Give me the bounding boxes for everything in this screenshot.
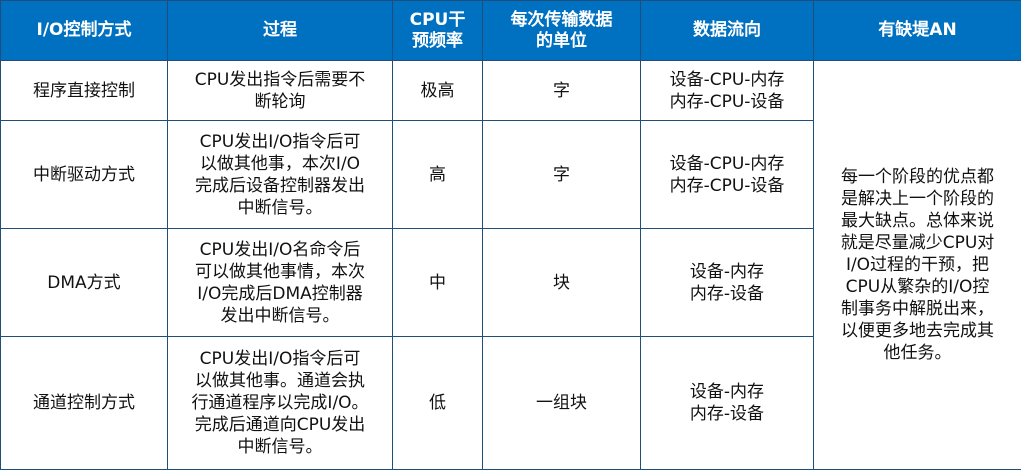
unit-cell: 字 — [482, 120, 641, 229]
frequency-cell: 低 — [392, 336, 483, 470]
advantages-cell: 每一个阶段的优点都 是解决上一个阶段的 最大缺点。总体来说 就是尽量减少CPU对… — [813, 60, 1021, 470]
header-transfer-unit: 每次传输数据 的单位 — [482, 0, 641, 61]
unit-cell: 块 — [482, 227, 641, 338]
header-row: I/O控制方式 过程 CPU干 预频率 每次传输数据 的单位 数据流向 有缺堤A… — [0, 0, 1021, 61]
io-control-comparison-table: I/O控制方式 过程 CPU干 预频率 每次传输数据 的单位 数据流向 有缺堤A… — [0, 0, 1021, 470]
process-cell: CPU发出指令后需要不 断轮询 — [167, 59, 393, 122]
header-cpu-intervention-frequency: CPU干 预频率 — [392, 0, 483, 61]
process-cell: CPU发出I/O指令后可 以做其他事，本次I/O 完成后设备控制器发出 中断信号… — [167, 120, 393, 229]
header-pros-cons: 有缺堤AN — [813, 0, 1021, 61]
header-data-flow: 数据流向 — [640, 0, 814, 61]
header-io-control-method: I/O控制方式 — [0, 0, 168, 61]
method-cell: 程序直接控制 — [0, 59, 168, 122]
process-cell: CPU发出I/O指令后可 以做其他事。通道会执 行通道程序以完成I/O。 完成后… — [167, 336, 393, 470]
method-cell: 通道控制方式 — [0, 336, 168, 470]
method-cell: DMA方式 — [0, 227, 168, 338]
unit-cell: 字 — [482, 59, 641, 122]
flow-cell: 设备-CPU-内存 内存-CPU-设备 — [640, 59, 814, 122]
unit-cell: 一组块 — [482, 336, 641, 470]
flow-cell: 设备-内存 内存-设备 — [640, 336, 814, 470]
frequency-cell: 高 — [392, 120, 483, 229]
method-cell: 中断驱动方式 — [0, 120, 168, 229]
flow-cell: 设备-内存 内存-设备 — [640, 227, 814, 338]
flow-cell: 设备-CPU-内存 内存-CPU-设备 — [640, 120, 814, 229]
frequency-cell: 极高 — [392, 59, 483, 122]
process-cell: CPU发出I/O名命令后 可以做其他事情，本次 I/O完成后DMA控制器 发出中… — [167, 227, 393, 338]
table-row: 程序直接控制 CPU发出指令后需要不 断轮询 极高 字 设备-CPU-内存 内存… — [0, 59, 1021, 470]
frequency-cell: 中 — [392, 227, 483, 338]
header-process: 过程 — [167, 0, 393, 61]
